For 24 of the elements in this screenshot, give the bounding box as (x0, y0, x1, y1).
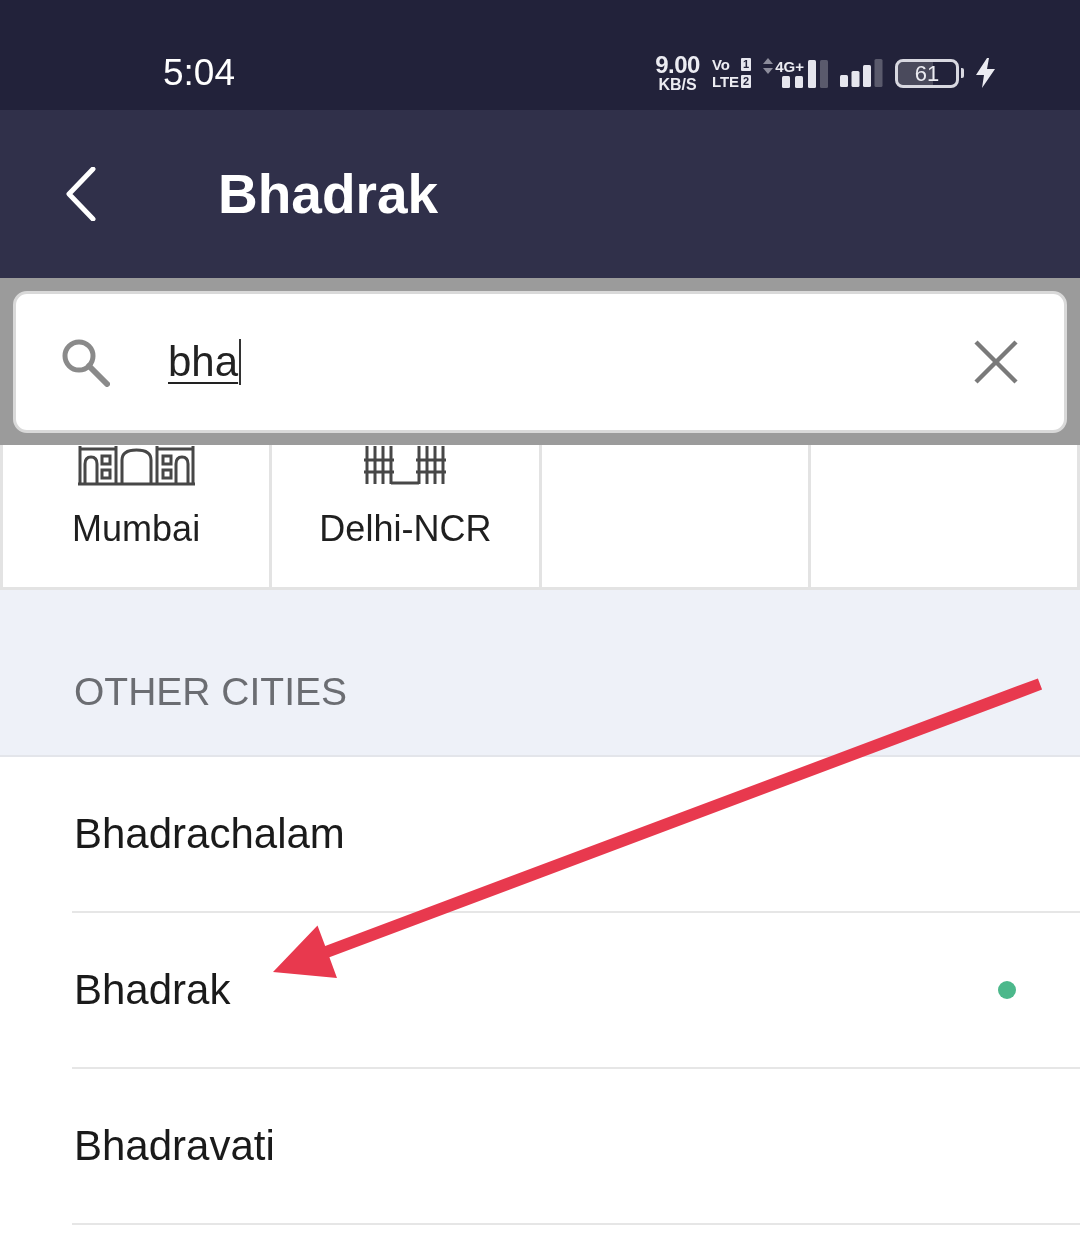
arches-building-icon (77, 446, 195, 486)
city-row[interactable]: Bhadravati (72, 1069, 1080, 1225)
status-time: 5:04 (163, 53, 235, 93)
sim-badge: 1 (741, 58, 752, 71)
volte-label: LTE (711, 74, 740, 89)
signal-bars-icon (840, 59, 883, 87)
section-title: OTHER CITIES (74, 669, 348, 715)
search-icon (60, 337, 110, 387)
signal-bars-icon (782, 76, 804, 88)
search-input[interactable]: bha (168, 332, 974, 392)
sim-badge: 2 (741, 75, 752, 88)
close-icon[interactable] (974, 340, 1018, 384)
pillars-building-icon (364, 446, 447, 486)
city-tile[interactable]: Mumbai (3, 445, 270, 587)
network-type: 4G+ (775, 58, 804, 74)
network-speed: 9.00 (655, 53, 700, 76)
signal-bars-icon (808, 60, 828, 88)
data-arrows-icon (763, 58, 774, 74)
page-title: Bhadrak (218, 162, 439, 226)
volte-label: Vo (711, 57, 730, 72)
back-icon[interactable] (66, 167, 96, 221)
network-speed-unit: KB/S (658, 75, 697, 93)
city-tile[interactable]: Delhi-NCR (272, 445, 539, 587)
battery-indicator: 61 (895, 58, 964, 88)
